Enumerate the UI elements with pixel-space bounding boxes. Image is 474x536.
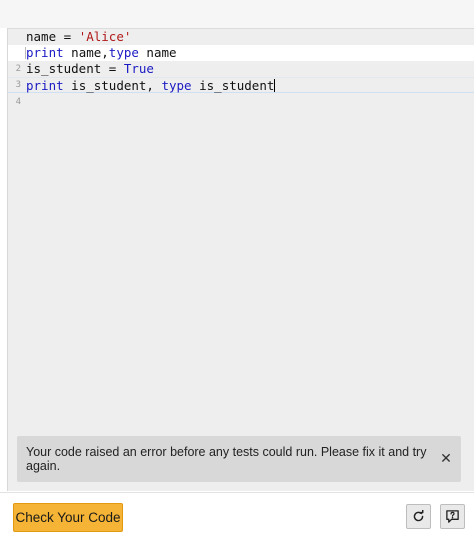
refresh-icon — [413, 510, 424, 522]
code-token: name, — [63, 45, 109, 60]
code-text[interactable]: print name,type name — [26, 45, 177, 61]
code-text[interactable]: print is_student, type is_student — [26, 78, 276, 94]
code-token: is_student, — [63, 78, 162, 93]
top-strip — [0, 0, 474, 28]
code-token: True — [123, 61, 154, 76]
help-icon — [446, 510, 459, 523]
code-token: type — [161, 78, 192, 93]
code-line-1[interactable]: 1 name = 'Alice' — [8, 29, 474, 58]
bottom-toolbar: Check Your Code — [0, 492, 474, 536]
help-button[interactable] — [440, 504, 465, 529]
code-editor-panel[interactable]: 1 name = 'Alice' 2 print name,type name … — [7, 28, 474, 491]
code-token: name = — [26, 29, 79, 44]
code-token: is_student — [191, 78, 275, 93]
check-code-button[interactable]: Check Your Code — [13, 503, 123, 532]
code-token: print — [26, 45, 64, 60]
error-message-box: Your code raised an error before any tes… — [17, 436, 461, 482]
code-token: name — [138, 45, 177, 60]
code-text[interactable]: name = 'Alice' — [26, 29, 131, 45]
code-exercise-page: 1 name = 'Alice' 2 print name,type name … — [0, 0, 474, 536]
code-line-4[interactable]: 4 print is_student, type is_student — [8, 77, 474, 107]
code-token: 'Alice' — [78, 29, 132, 44]
code-token: type — [108, 45, 139, 60]
code-text[interactable]: is_student = True — [26, 61, 154, 77]
code-line-2[interactable]: 2 print name,type name — [8, 45, 474, 74]
code-editor[interactable]: 1 name = 'Alice' 2 print name,type name … — [8, 29, 474, 107]
code-token: print — [26, 78, 64, 93]
code-token: is_student = — [26, 61, 124, 76]
close-icon[interactable]: ✕ — [431, 451, 461, 467]
line-number: 4 — [15, 97, 21, 107]
text-cursor — [274, 79, 276, 92]
error-message: Your code raised an error before any tes… — [26, 445, 427, 473]
reset-button[interactable] — [406, 504, 431, 529]
code-line-3[interactable]: 3 is_student = True — [8, 61, 474, 90]
